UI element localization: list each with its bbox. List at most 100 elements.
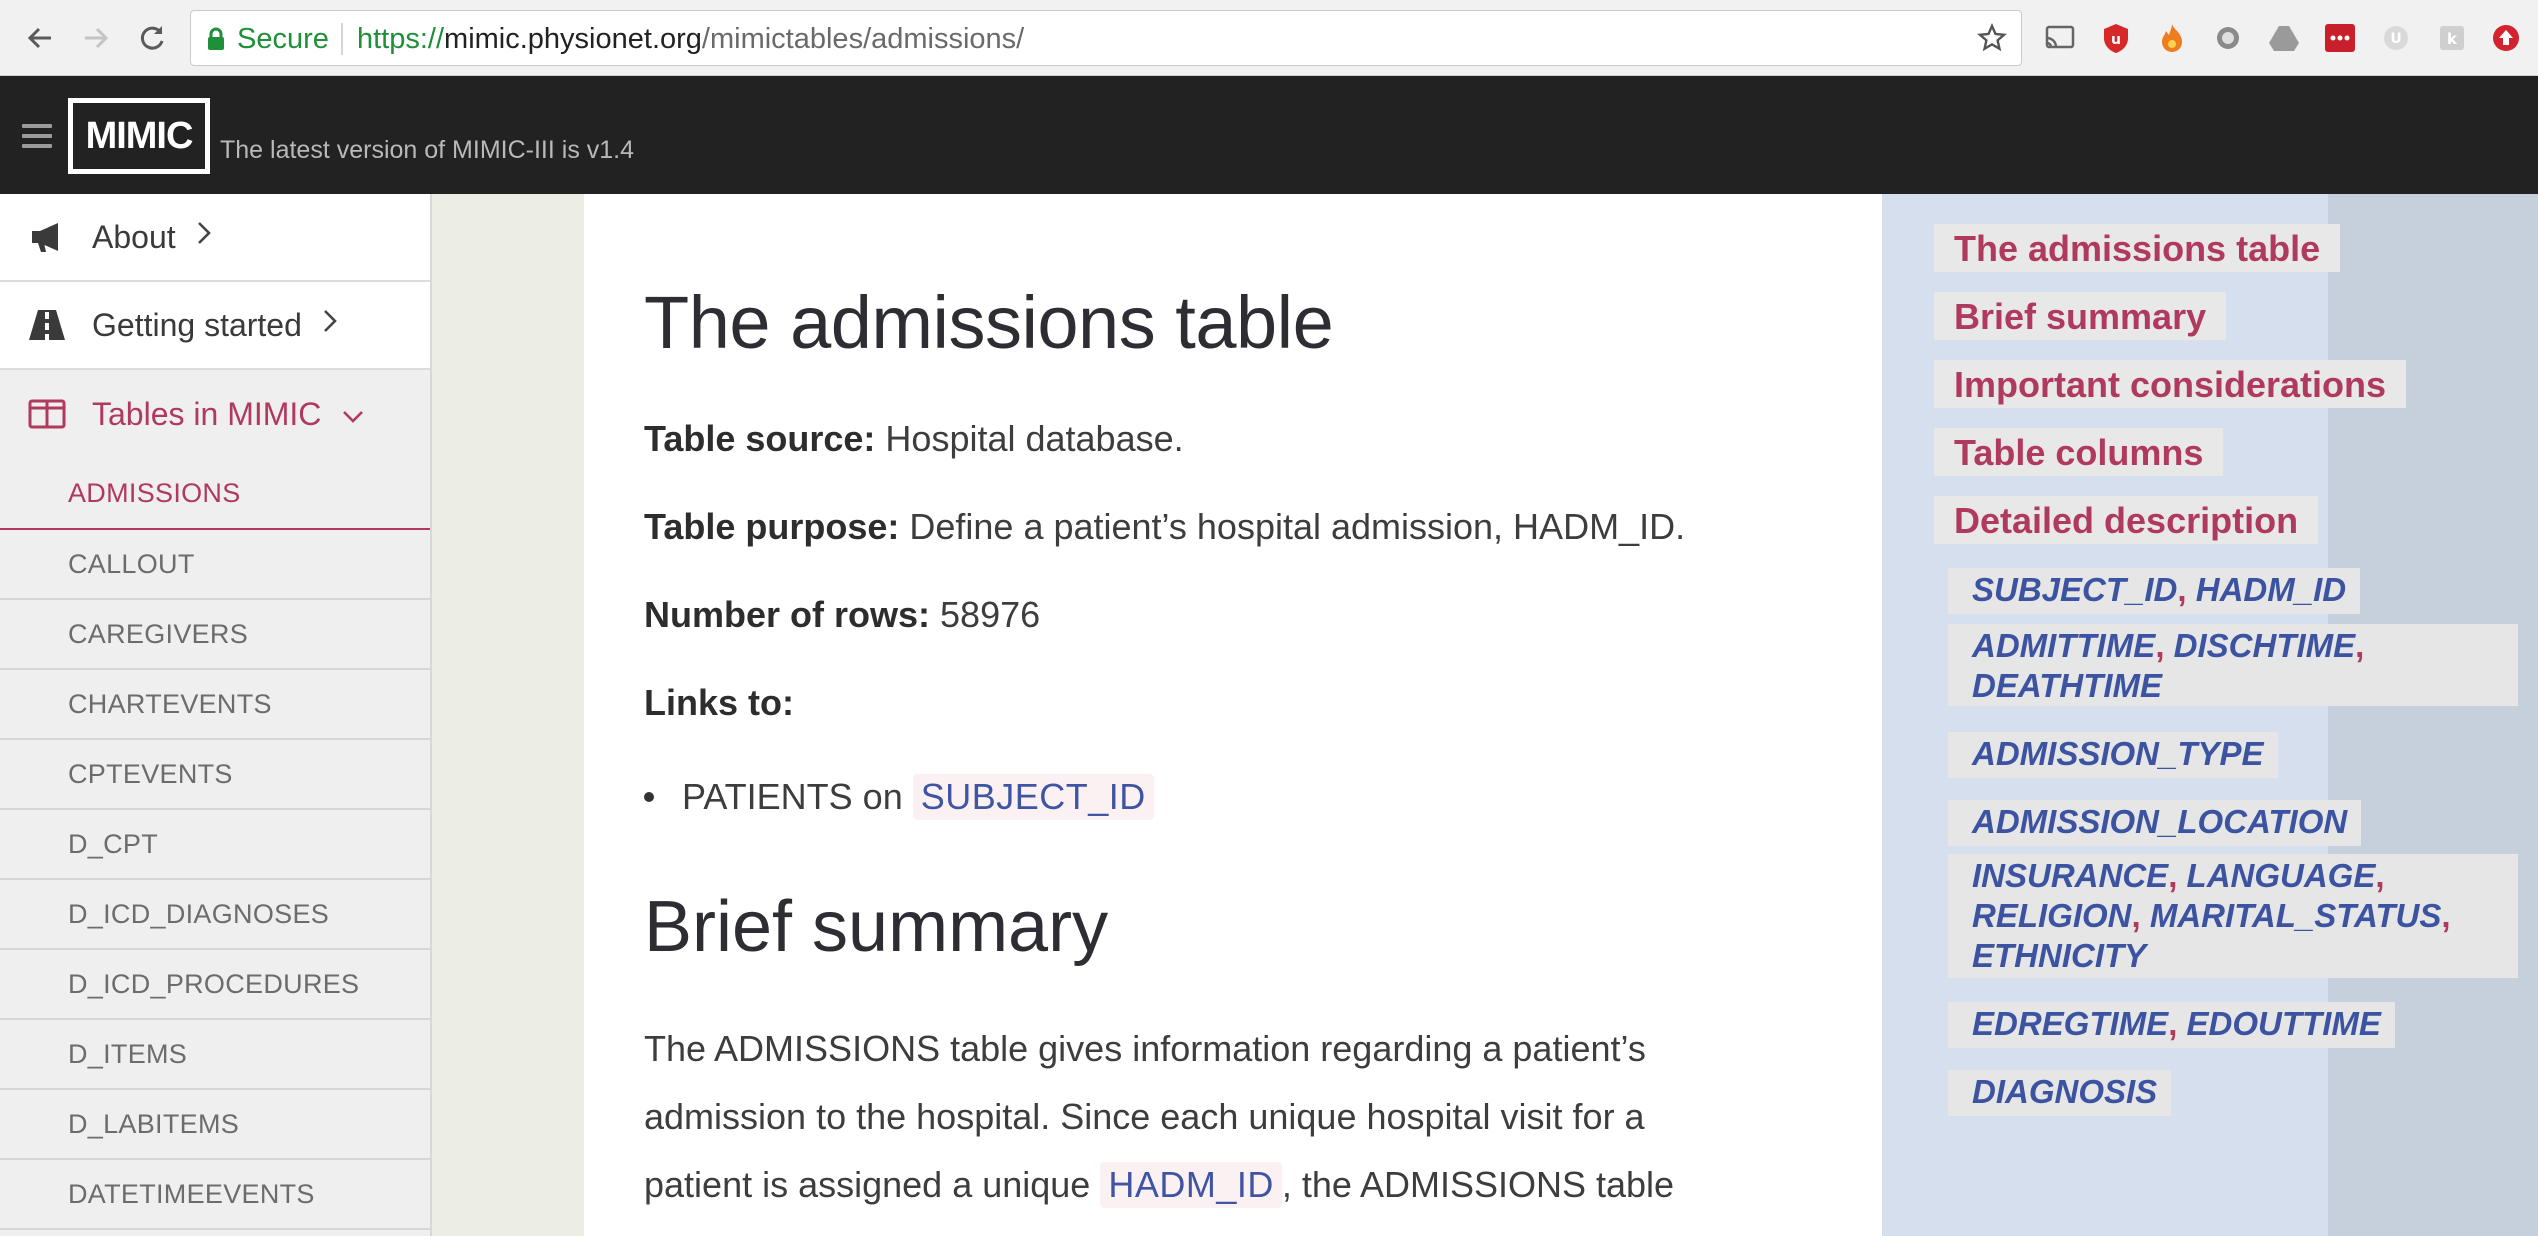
forward-button[interactable] [74, 16, 118, 60]
sidebar-item-label: About [92, 218, 176, 255]
link-text: PATIENTS on [682, 776, 903, 817]
toc-comma: , [2355, 627, 2365, 664]
summary-line-1: The ADMISSIONS table gives information r… [644, 1028, 1646, 1069]
toc-sub-link[interactable]: MARITAL_STATUS [2150, 897, 2441, 934]
secure-indicator[interactable]: Secure [207, 22, 329, 56]
url-separator [341, 23, 343, 55]
site-header: MIMIC The latest version of MIMIC-III is… [0, 76, 2538, 194]
links-label: Links to: [644, 682, 794, 723]
toc-comma: , [2131, 897, 2141, 934]
hadm-id-code[interactable]: HADM_ID [1100, 1162, 1282, 1208]
toc-sub-link[interactable]: DISCHTIME [2174, 627, 2356, 664]
version-tagline: The latest version of MIMIC-III is v1.4 [220, 136, 635, 164]
lock-icon [208, 27, 224, 50]
toc-sub-subject-hadm[interactable]: SUBJECT_ID, HADM_ID [1948, 568, 2361, 614]
url-host: mimic.physionet.org [444, 23, 702, 55]
toc-edge [2328, 194, 2538, 1236]
toc-link-important-considerations[interactable]: Important considerations [1934, 360, 2407, 408]
summary-line-2: admission to the hospital. Since each un… [644, 1096, 1645, 1137]
sidebar-item-about[interactable]: About [0, 194, 430, 282]
chevron-right-icon [322, 308, 338, 342]
main-content: The admissions table Table source: Hospi… [584, 194, 1882, 1236]
toc-comma: , [2177, 571, 2187, 608]
links-to: Links to: [644, 682, 794, 724]
forward-arrow-icon [85, 27, 109, 49]
sidebar-subitem-datetimeevents[interactable]: DATETIMEEVENTS [0, 1160, 430, 1230]
bookmark-star-icon[interactable] [1977, 23, 2007, 58]
toc-sub-ed-times[interactable]: EDREGTIME, EDOUTTIME [1948, 1002, 2395, 1048]
toc-sub-link[interactable]: EDOUTTIME [2187, 1005, 2381, 1042]
toc-link-brief-summary[interactable]: Brief summary [1934, 292, 2227, 340]
address-bar[interactable]: Secure https://mimic.physionet.org/mimic… [190, 10, 2022, 66]
mimic-logo[interactable]: MIMIC [68, 98, 210, 174]
summary-line-3: patient is assigned a unique HADM_ID, th… [644, 1162, 1674, 1208]
toc-sub-link[interactable]: INSURANCE [1972, 857, 2168, 894]
toc-comma: , [2168, 1005, 2178, 1042]
toc-sub-link[interactable]: RELIGION [1972, 897, 2132, 934]
subject-id-code[interactable]: SUBJECT_ID [912, 774, 1154, 820]
url-path: /mimictables/admissions/ [701, 23, 1025, 55]
toc-sub-link[interactable]: ETHNICITY [1972, 937, 2146, 974]
content-gutter [432, 194, 584, 1236]
table-purpose-label: Table purpose: [644, 506, 900, 547]
sidebar: About Getting started Tables in MIMIC AD… [0, 194, 432, 1236]
toc-link-admissions-table[interactable]: The admissions table [1934, 224, 2341, 272]
chevron-right-icon [196, 220, 212, 254]
toc-sub-demographics[interactable]: INSURANCE, LANGUAGE, RELIGION, MARITAL_S… [1948, 854, 2518, 978]
svg-text:k: k [2447, 30, 2458, 48]
sidebar-subitem-d-labitems[interactable]: D_LABITEMS [0, 1090, 430, 1160]
sidebar-subitem-cptevents[interactable]: CPTEVENTS [0, 740, 430, 810]
translate-extension-icon[interactable]: k [2436, 22, 2468, 54]
chevron-down-icon [341, 396, 365, 433]
toc-sub-link[interactable]: LANGUAGE [2187, 857, 2376, 894]
megaphone-icon [28, 220, 70, 254]
cast-icon[interactable] [2044, 22, 2076, 54]
back-button[interactable] [18, 16, 62, 60]
toc-sub-link[interactable]: EDREGTIME [1972, 1005, 2168, 1042]
toc-sub-link[interactable]: SUBJECT_ID [1972, 571, 2177, 608]
drive-icon[interactable] [2268, 22, 2300, 54]
road-icon [28, 308, 70, 342]
secure-label: Secure [237, 22, 329, 55]
ublock-icon[interactable]: u [2100, 22, 2132, 54]
upload-extension-icon[interactable] [2490, 22, 2522, 54]
sidebar-subitem-d-icd-diagnoses[interactable]: D_ICD_DIAGNOSES [0, 880, 430, 950]
sidebar-subitem-callout[interactable]: CALLOUT [0, 530, 430, 600]
sidebar-subitem-d-cpt[interactable]: D_CPT [0, 810, 430, 880]
reload-icon [140, 26, 164, 50]
url-text[interactable]: https://mimic.physionet.org/mimictables/… [357, 22, 1024, 56]
sidebar-subitem-caregivers[interactable]: CAREGIVERS [0, 600, 430, 670]
toc-sub-times[interactable]: ADMITTIME, DISCHTIME, DEATHTIME [1948, 624, 2518, 706]
circle-extension-icon[interactable] [2212, 22, 2244, 54]
sidebar-item-getting-started[interactable]: Getting started [0, 282, 430, 370]
link-list-item: PATIENTS on SUBJECT_ID [644, 774, 1154, 820]
sidebar-subitem-d-icd-procedures[interactable]: D_ICD_PROCEDURES [0, 950, 430, 1020]
reload-button[interactable] [130, 16, 174, 60]
u-extension-icon[interactable]: U [2380, 22, 2412, 54]
sidebar-item-tables[interactable]: Tables in MIMIC [0, 370, 430, 458]
toc-sub-link[interactable]: DEATHTIME [1972, 667, 2162, 704]
number-of-rows: Number of rows: 58976 [644, 594, 1040, 636]
back-arrow-icon [27, 27, 51, 49]
table-source-label: Table source: [644, 418, 876, 459]
svg-text:U: U [2390, 31, 2401, 47]
toc-sub-link[interactable]: HADM_ID [2196, 571, 2346, 608]
fire-extension-icon[interactable] [2156, 22, 2188, 54]
menu-hamburger-icon[interactable] [22, 124, 52, 148]
toc-comma: , [2155, 627, 2165, 664]
toc-sub-admission-type[interactable]: ADMISSION_TYPE [1948, 732, 2278, 778]
sidebar-subitem-chartevents[interactable]: CHARTEVENTS [0, 670, 430, 740]
toc-sub-link[interactable]: ADMITTIME [1972, 627, 2155, 664]
brief-summary-heading: Brief summary [644, 887, 1109, 967]
toc-link-detailed-description[interactable]: Detailed description [1934, 496, 2319, 544]
sidebar-subitem-d-items[interactable]: D_ITEMS [0, 1020, 430, 1090]
book-icon [28, 398, 70, 430]
lastpass-icon[interactable] [2324, 22, 2356, 54]
toc-sub-admission-location[interactable]: ADMISSION_LOCATION [1948, 800, 2362, 846]
sidebar-subitem-admissions[interactable]: ADMISSIONS [0, 458, 430, 530]
toc-sub-diagnosis[interactable]: DIAGNOSIS [1948, 1070, 2172, 1116]
rows-label: Number of rows: [644, 594, 931, 635]
toc-comma: , [2441, 897, 2451, 934]
table-purpose-value: Define a patient’s hospital admission, H… [909, 506, 1686, 547]
toc-link-table-columns[interactable]: Table columns [1934, 428, 2224, 476]
